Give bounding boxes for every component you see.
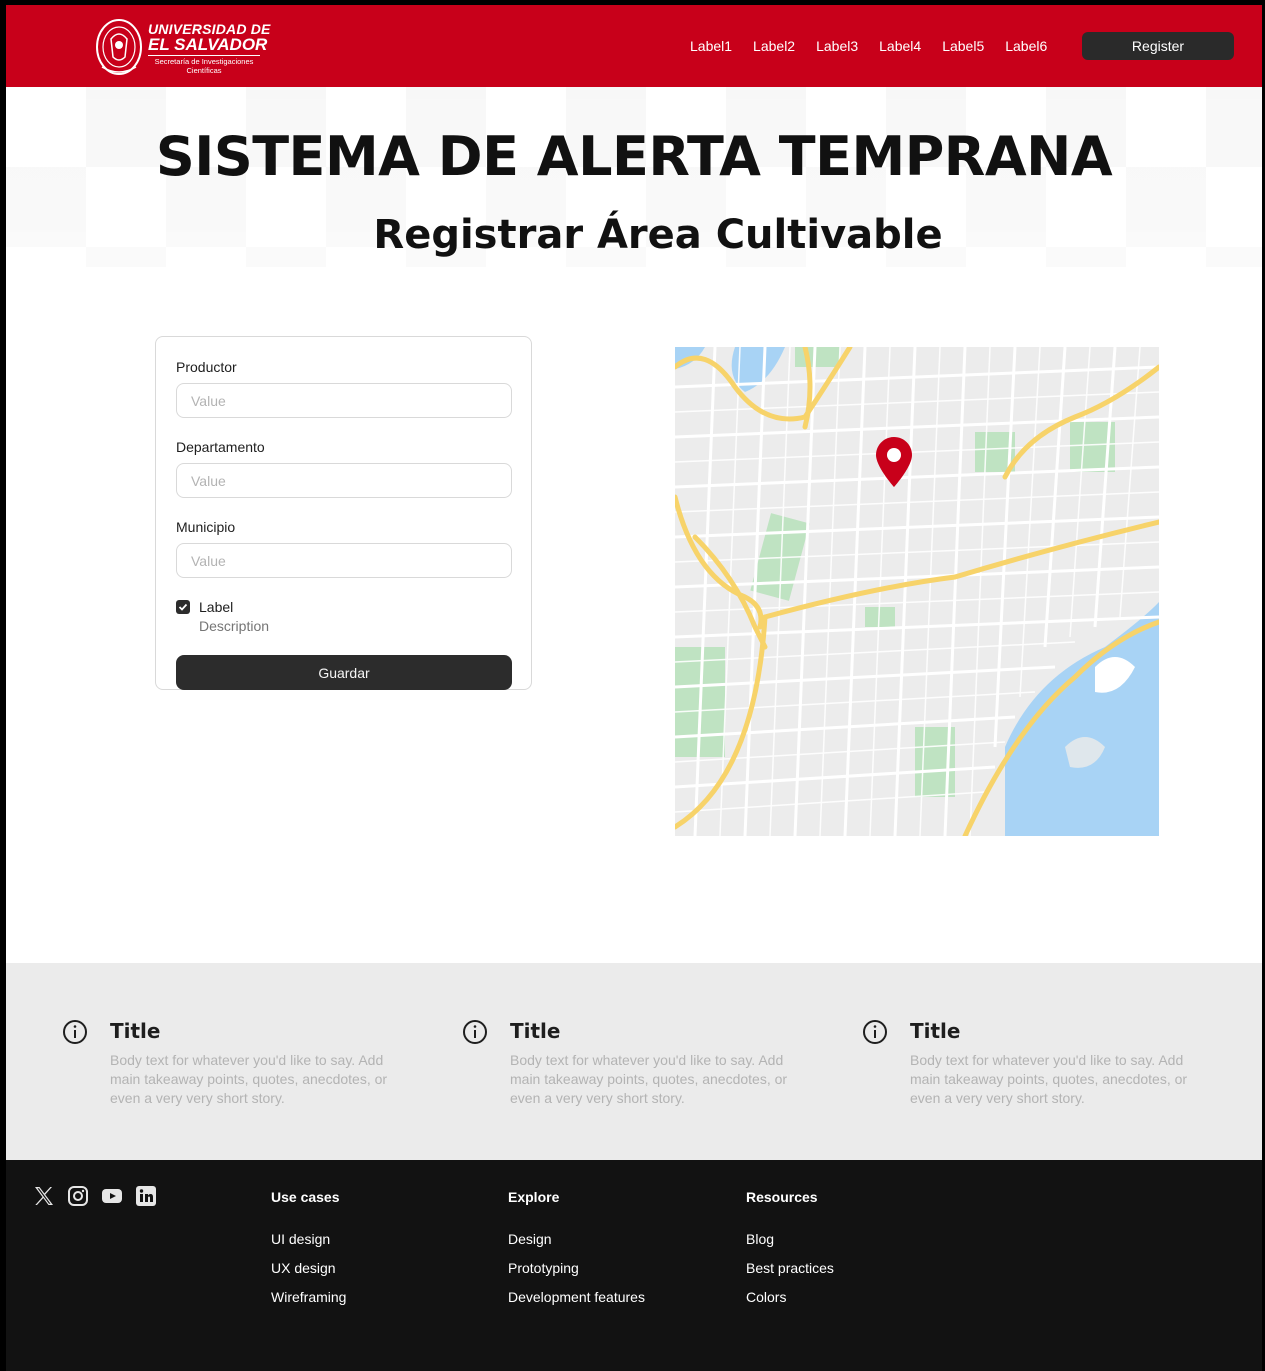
footer-link[interactable]: Colors <box>746 1289 834 1305</box>
social-links <box>33 1185 157 1207</box>
features-section: Title Body text for whatever you'd like … <box>6 963 1262 1160</box>
save-button[interactable]: Guardar <box>176 655 512 690</box>
feature-title: Title <box>110 1019 161 1043</box>
area-map[interactable] <box>675 347 1159 836</box>
footer-column-explore: Explore Design Prototyping Development f… <box>508 1189 645 1318</box>
linkedin-icon[interactable] <box>135 1185 157 1207</box>
feature-title: Title <box>510 1019 561 1043</box>
feature-body: Body text for whatever you'd like to say… <box>110 1052 388 1106</box>
footer-column-resources: Resources Blog Best practices Colors <box>746 1189 834 1318</box>
footer-heading: Resources <box>746 1189 818 1205</box>
checkmark-icon <box>178 603 188 611</box>
checkbox-label: Label <box>199 599 234 615</box>
x-icon[interactable] <box>33 1185 55 1207</box>
logo-subtitle-line1: Secretaría de Investigaciones <box>154 57 254 66</box>
university-seal-icon <box>96 19 142 75</box>
municipio-input[interactable] <box>176 543 512 578</box>
youtube-icon[interactable] <box>101 1185 123 1207</box>
checkbox-description: Description <box>199 618 270 634</box>
footer-link[interactable]: UX design <box>271 1260 346 1276</box>
feature-title: Title <box>910 1019 961 1043</box>
nav-link-6[interactable]: Label6 <box>1005 38 1047 54</box>
info-icon <box>63 1020 87 1044</box>
footer-heading: Explore <box>508 1189 560 1205</box>
footer-column-use-cases: Use cases UI design UX design Wireframin… <box>271 1189 346 1318</box>
nav-link-5[interactable]: Label5 <box>942 38 984 54</box>
footer-heading: Use cases <box>271 1189 340 1205</box>
register-form: Productor Departamento Municipio Label D… <box>155 336 532 690</box>
footer-link[interactable]: Best practices <box>746 1260 834 1276</box>
info-icon <box>863 1020 887 1044</box>
feature-body: Body text for whatever you'd like to say… <box>910 1052 1188 1106</box>
location-pin-icon[interactable] <box>876 437 912 487</box>
footer-link[interactable]: Development features <box>508 1289 645 1305</box>
header-bar: UNIVERSIDAD DE EL SALVADOR Secretaría de… <box>6 5 1262 87</box>
departamento-label: Departamento <box>176 439 265 455</box>
nav-link-4[interactable]: Label4 <box>879 38 921 54</box>
feature-body: Body text for whatever you'd like to say… <box>510 1052 788 1106</box>
label-checkbox[interactable] <box>176 600 190 614</box>
productor-label: Productor <box>176 359 237 375</box>
map-tiles <box>675 347 1159 836</box>
nav-link-1[interactable]: Label1 <box>690 38 732 54</box>
logo-divider <box>148 55 260 56</box>
page-subtitle: Registrar Área Cultivable <box>373 212 943 258</box>
register-button[interactable]: Register <box>1082 32 1234 60</box>
footer-link[interactable]: Prototyping <box>508 1260 645 1276</box>
departamento-input[interactable] <box>176 463 512 498</box>
productor-input[interactable] <box>176 383 512 418</box>
instagram-icon[interactable] <box>67 1185 89 1207</box>
page-title: SISTEMA DE ALERTA TEMPRANA <box>155 125 1113 188</box>
university-logo[interactable]: UNIVERSIDAD DE EL SALVADOR Secretaría de… <box>94 17 270 79</box>
footer-link[interactable]: Design <box>508 1231 645 1247</box>
footer-link[interactable]: UI design <box>271 1231 346 1247</box>
logo-country-text: EL SALVADOR <box>148 35 268 54</box>
nav-link-2[interactable]: Label2 <box>753 38 795 54</box>
footer-link[interactable]: Blog <box>746 1231 834 1247</box>
municipio-label: Municipio <box>176 519 236 535</box>
info-icon <box>463 1020 487 1044</box>
main-nav: Label1 Label2 Label3 Label4 Label5 Label… <box>690 38 1068 54</box>
page: UNIVERSIDAD DE EL SALVADOR Secretaría de… <box>6 5 1262 1371</box>
nav-link-3[interactable]: Label3 <box>816 38 858 54</box>
footer-link[interactable]: Wireframing <box>271 1289 346 1305</box>
footer: Use cases UI design UX design Wireframin… <box>6 1160 1262 1371</box>
logo-subtitle-line2: Científicas <box>186 66 222 75</box>
